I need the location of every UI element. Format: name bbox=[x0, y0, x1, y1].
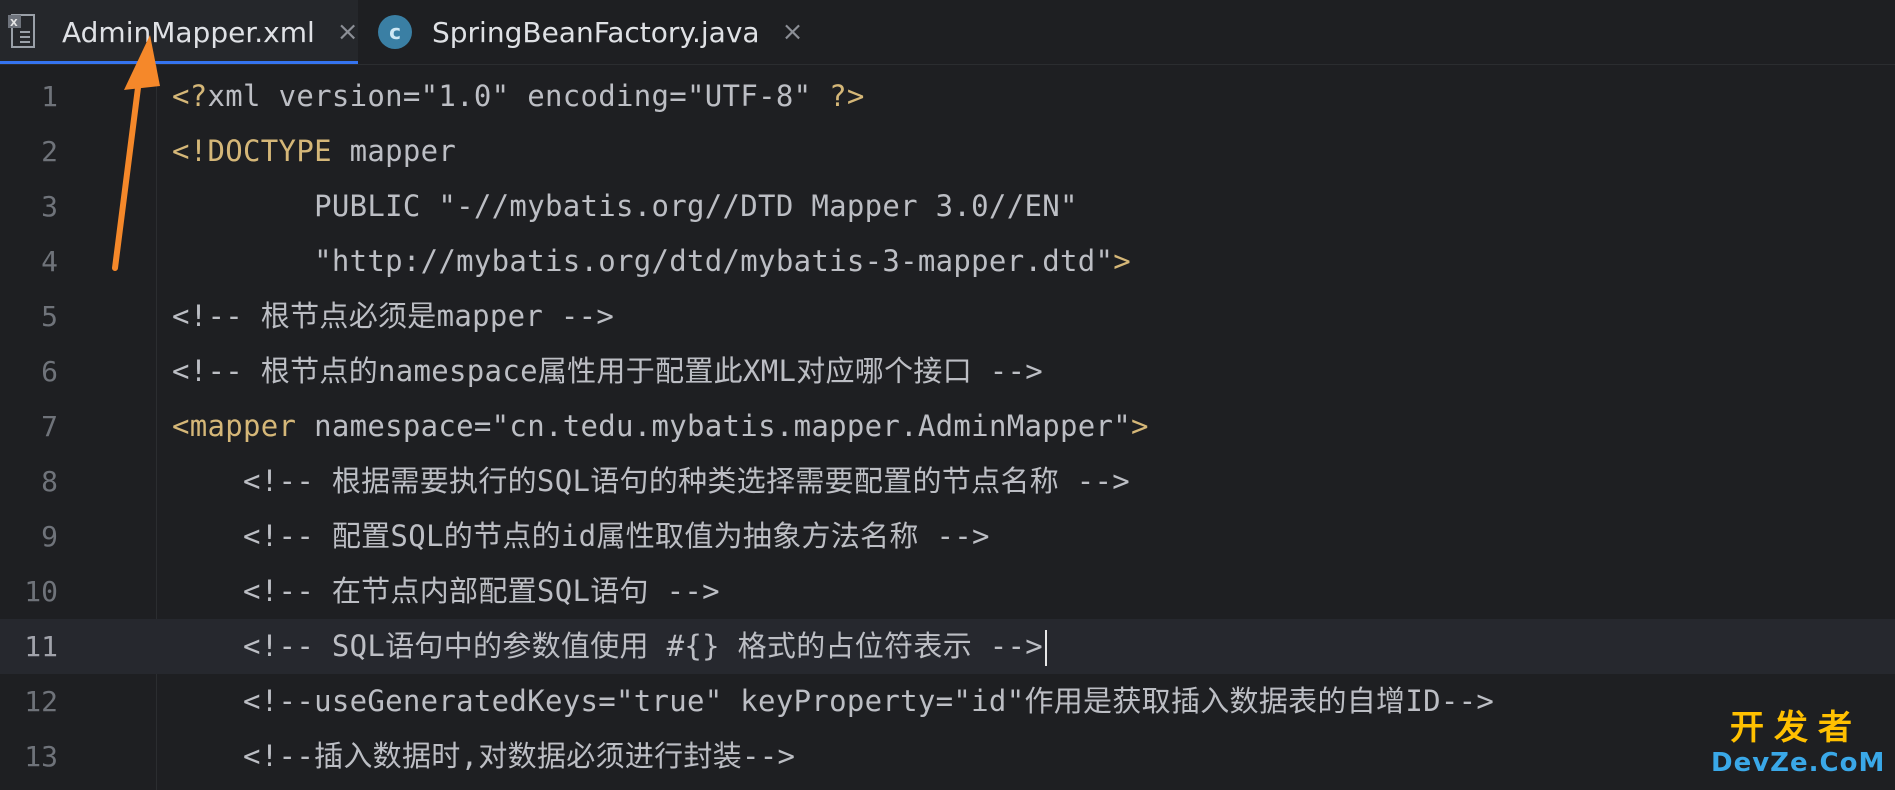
line-number: 11 bbox=[24, 630, 58, 663]
code-token: <!-- SQL语句中的参数值使用 #{} 格式的占位符表示 --> bbox=[172, 629, 1044, 663]
line-number: 8 bbox=[41, 465, 58, 498]
code-token: <? bbox=[172, 79, 208, 113]
line-number: 12 bbox=[24, 685, 58, 718]
code-text: PUBLIC "-//mybatis.org//DTD Mapper 3.0//… bbox=[172, 179, 1078, 234]
java-class-icon: c bbox=[378, 15, 412, 49]
code-text: <!-- 根据需要执行的SQL语句的种类选择需要配置的节点名称 --> bbox=[172, 454, 1130, 509]
line-number: 9 bbox=[41, 520, 58, 553]
code-token: <!-- 根据需要执行的SQL语句的种类选择需要配置的节点名称 --> bbox=[172, 464, 1131, 498]
code-line[interactable]: 13 <!--插入数据时,对数据必须进行封装--> bbox=[0, 729, 1895, 784]
code-text: <!-- SQL语句中的参数值使用 #{} 格式的占位符表示 --> bbox=[172, 619, 1048, 674]
code-token: > bbox=[1113, 244, 1132, 278]
code-line[interactable]: 4 "http://mybatis.org/dtd/mybatis-3-mapp… bbox=[0, 234, 1895, 289]
code-token: > bbox=[1131, 409, 1149, 443]
code-line[interactable]: 9 <!-- 配置SQL的节点的id属性取值为抽象方法名称 --> bbox=[0, 509, 1895, 564]
code-token: <!--插入数据时,对数据必须进行封装--> bbox=[172, 739, 796, 773]
code-editor[interactable]: 1 <?xml version="1.0" encoding="UTF-8" ?>… bbox=[0, 65, 1895, 790]
line-number: 7 bbox=[41, 410, 58, 443]
close-icon[interactable]: × bbox=[337, 19, 359, 45]
watermark-logo: 开发者 DevZe.CoM bbox=[1711, 708, 1886, 778]
code-line[interactable]: 11 <!-- SQL语句中的参数值使用 #{} 格式的占位符表示 --> bbox=[0, 619, 1895, 674]
line-number: 1 bbox=[41, 80, 58, 113]
code-token: <!-- 在节点内部配置SQL语句 --> bbox=[172, 574, 720, 608]
code-line[interactable]: 7 <mapper namespace="cn.tedu.mybatis.mapp… bbox=[0, 399, 1895, 454]
code-line[interactable]: 8 <!-- 根据需要执行的SQL语句的种类选择需要配置的节点名称 --> bbox=[0, 454, 1895, 509]
code-text: <!-- 在节点内部配置SQL语句 --> bbox=[172, 564, 720, 619]
code-token: ?> bbox=[829, 79, 865, 113]
code-text: <!-- 配置SQL的节点的id属性取值为抽象方法名称 --> bbox=[172, 509, 990, 564]
watermark-subtitle: DevZe.CoM bbox=[1711, 748, 1886, 778]
line-number: 10 bbox=[24, 575, 58, 608]
code-line[interactable]: 10 <!-- 在节点内部配置SQL语句 --> bbox=[0, 564, 1895, 619]
code-line[interactable]: 5 <!-- 根节点必须是mapper --> bbox=[0, 289, 1895, 344]
tab-label: AdminMapper.xml bbox=[62, 15, 315, 49]
text-caret bbox=[1045, 630, 1048, 666]
svg-text:X: X bbox=[10, 18, 18, 29]
code-token: <!-- 配置SQL的节点的id属性取值为抽象方法名称 --> bbox=[172, 519, 990, 553]
code-line[interactable]: 3 PUBLIC "-//mybatis.org//DTD Mapper 3.0… bbox=[0, 179, 1895, 234]
code-line[interactable]: 12 <!--useGeneratedKeys="true" keyProper… bbox=[0, 674, 1895, 729]
code-text: <!--插入数据时,对数据必须进行封装--> bbox=[172, 729, 795, 784]
code-token: xml version="1.0" encoding="UTF-8" bbox=[207, 79, 830, 113]
code-text: <!DOCTYPE mapper bbox=[172, 124, 456, 179]
xml-file-icon: X bbox=[8, 14, 35, 48]
line-number: 6 bbox=[41, 355, 58, 388]
code-text: <mapper namespace="cn.tedu.mybatis.mappe… bbox=[172, 399, 1149, 454]
code-line[interactable]: 2 <!DOCTYPE mapper bbox=[0, 124, 1895, 179]
code-token: <!--useGeneratedKeys="true" keyProperty=… bbox=[172, 684, 1495, 718]
code-token: <!DOCTYPE bbox=[172, 134, 350, 168]
code-token: <!-- 根节点必须是mapper --> bbox=[172, 299, 615, 333]
code-token: <!-- 根节点的namespace属性用于配置此XML对应哪个接口 --> bbox=[172, 354, 1044, 388]
code-token: PUBLIC "-//mybatis.org//DTD Mapper 3.0//… bbox=[172, 189, 1078, 223]
code-text: <!-- 根节点必须是mapper --> bbox=[172, 289, 614, 344]
code-token: "http://mybatis.org/dtd/mybatis-3-mapper… bbox=[172, 244, 1114, 278]
line-number: 13 bbox=[24, 740, 58, 773]
tab-label: SpringBeanFactory.java bbox=[432, 15, 760, 49]
code-line[interactable]: 6 <!-- 根节点的namespace属性用于配置此XML对应哪个接口 --> bbox=[0, 344, 1895, 399]
code-text: <?xml version="1.0" encoding="UTF-8" ?> bbox=[172, 69, 865, 124]
editor-tab-bar: X AdminMapper.xml × c SpringBeanFactory.… bbox=[0, 0, 1895, 65]
code-token: mapper bbox=[349, 134, 457, 168]
tab-admin-mapper-xml[interactable]: X AdminMapper.xml × bbox=[0, 0, 359, 64]
line-number: 5 bbox=[41, 300, 58, 333]
code-token: <mapper bbox=[172, 409, 315, 443]
code-text: "http://mybatis.org/dtd/mybatis-3-mapper… bbox=[172, 234, 1131, 289]
code-text: <!--useGeneratedKeys="true" keyProperty=… bbox=[172, 674, 1494, 729]
ide-window: X AdminMapper.xml × c SpringBeanFactory.… bbox=[0, 0, 1895, 790]
line-number: 4 bbox=[41, 245, 58, 278]
code-line[interactable]: 1 <?xml version="1.0" encoding="UTF-8" ?> bbox=[0, 69, 1895, 124]
code-text: <!-- 根节点的namespace属性用于配置此XML对应哪个接口 --> bbox=[172, 344, 1043, 399]
tab-spring-bean-factory-java[interactable]: c SpringBeanFactory.java × bbox=[362, 0, 803, 64]
line-number: 3 bbox=[41, 190, 58, 223]
code-token: namespace="cn.tedu.mybatis.mapper.AdminM… bbox=[314, 409, 1132, 443]
close-icon[interactable]: × bbox=[782, 19, 804, 45]
watermark-title: 开发者 bbox=[1730, 708, 1862, 748]
line-number: 2 bbox=[41, 135, 58, 168]
